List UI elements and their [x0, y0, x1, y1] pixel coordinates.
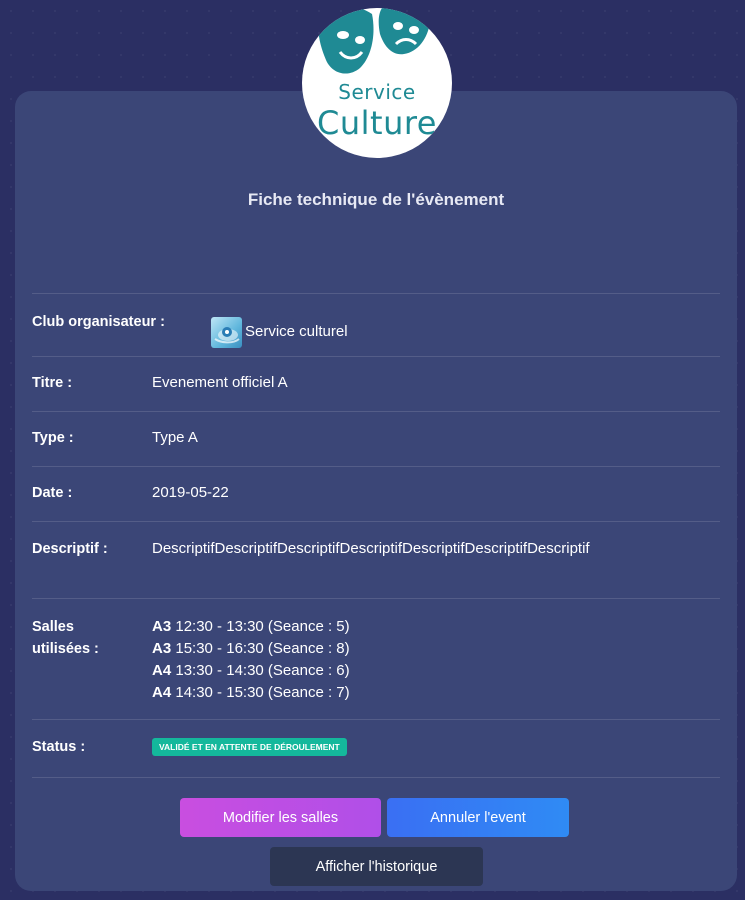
row-club: Club organisateur : Service culturel: [32, 293, 720, 356]
salles-label: Salles utilisées :: [32, 616, 152, 719]
status-badge: Validé et en attente de déroulement: [152, 738, 347, 756]
type-value: Type A: [152, 429, 198, 446]
salles-label-line2: utilisées :: [32, 641, 99, 657]
cancel-event-button[interactable]: Annuler l'event: [387, 798, 569, 837]
salle-detail: 13:30 - 14:30 (Seance : 6): [171, 662, 350, 679]
page-title: Fiche technique de l'évènement: [247, 190, 505, 209]
titre-value: Evenement officiel A: [152, 374, 288, 391]
salle-room: A3: [152, 640, 172, 657]
salle-room: A4: [152, 684, 172, 701]
club-label: Club organisateur :: [32, 314, 165, 330]
row-descriptif: Descriptif : DescriptifDescriptifDescrip…: [32, 521, 720, 598]
status-label: Status :: [32, 739, 86, 755]
event-details: Club organisateur : Service culturel Tit…: [32, 293, 720, 778]
date-label: Date :: [32, 485, 73, 501]
salles-list: A3 12:30 - 13:30 (Seance : 5) A3 15:30 -…: [152, 616, 720, 719]
salles-label-line1: Salles: [32, 619, 74, 635]
salle-room: A4: [152, 662, 172, 679]
salle-item: A3 15:30 - 16:30 (Seance : 8): [152, 638, 720, 660]
date-value: 2019-05-22: [152, 484, 229, 501]
club-name: Service culturel: [245, 323, 348, 340]
salle-detail: 15:30 - 16:30 (Seance : 8): [171, 640, 350, 657]
row-titre: Titre : Evenement officiel A: [32, 356, 720, 411]
service-culture-logo: Service Culture: [302, 8, 452, 158]
row-status: Status : Validé et en attente de déroule…: [32, 719, 720, 777]
divider: [32, 777, 720, 778]
logo-line-service: Service: [338, 80, 416, 104]
modify-rooms-button[interactable]: Modifier les salles: [180, 798, 381, 837]
club-avatar-image: [211, 316, 242, 348]
descriptif-label: Descriptif :: [32, 541, 108, 557]
club-value: Service culturel: [211, 308, 720, 356]
row-date: Date : 2019-05-22: [32, 466, 720, 521]
row-salles: Salles utilisées : A3 12:30 - 13:30 (Sea…: [32, 598, 720, 719]
salle-item: A4 14:30 - 15:30 (Seance : 7): [152, 682, 720, 704]
salle-detail: 14:30 - 15:30 (Seance : 7): [171, 684, 350, 701]
descriptif-value: DescriptifDescriptifDescriptifDescriptif…: [152, 540, 590, 557]
event-card: Fiche technique de l'évènement Club orga…: [15, 91, 737, 891]
salle-item: A3 12:30 - 13:30 (Seance : 5): [152, 616, 720, 638]
type-label: Type :: [32, 430, 74, 446]
row-type: Type : Type A: [32, 411, 720, 466]
salle-detail: 12:30 - 13:30 (Seance : 5): [171, 618, 350, 635]
show-history-button[interactable]: Afficher l'historique: [270, 847, 483, 886]
titre-label: Titre :: [32, 375, 73, 391]
salle-item: A4 13:30 - 14:30 (Seance : 6): [152, 660, 720, 682]
salle-room: A3: [152, 618, 172, 635]
status-value: Validé et en attente de déroulement: [152, 736, 720, 777]
logo-line-culture: Culture: [317, 104, 437, 142]
